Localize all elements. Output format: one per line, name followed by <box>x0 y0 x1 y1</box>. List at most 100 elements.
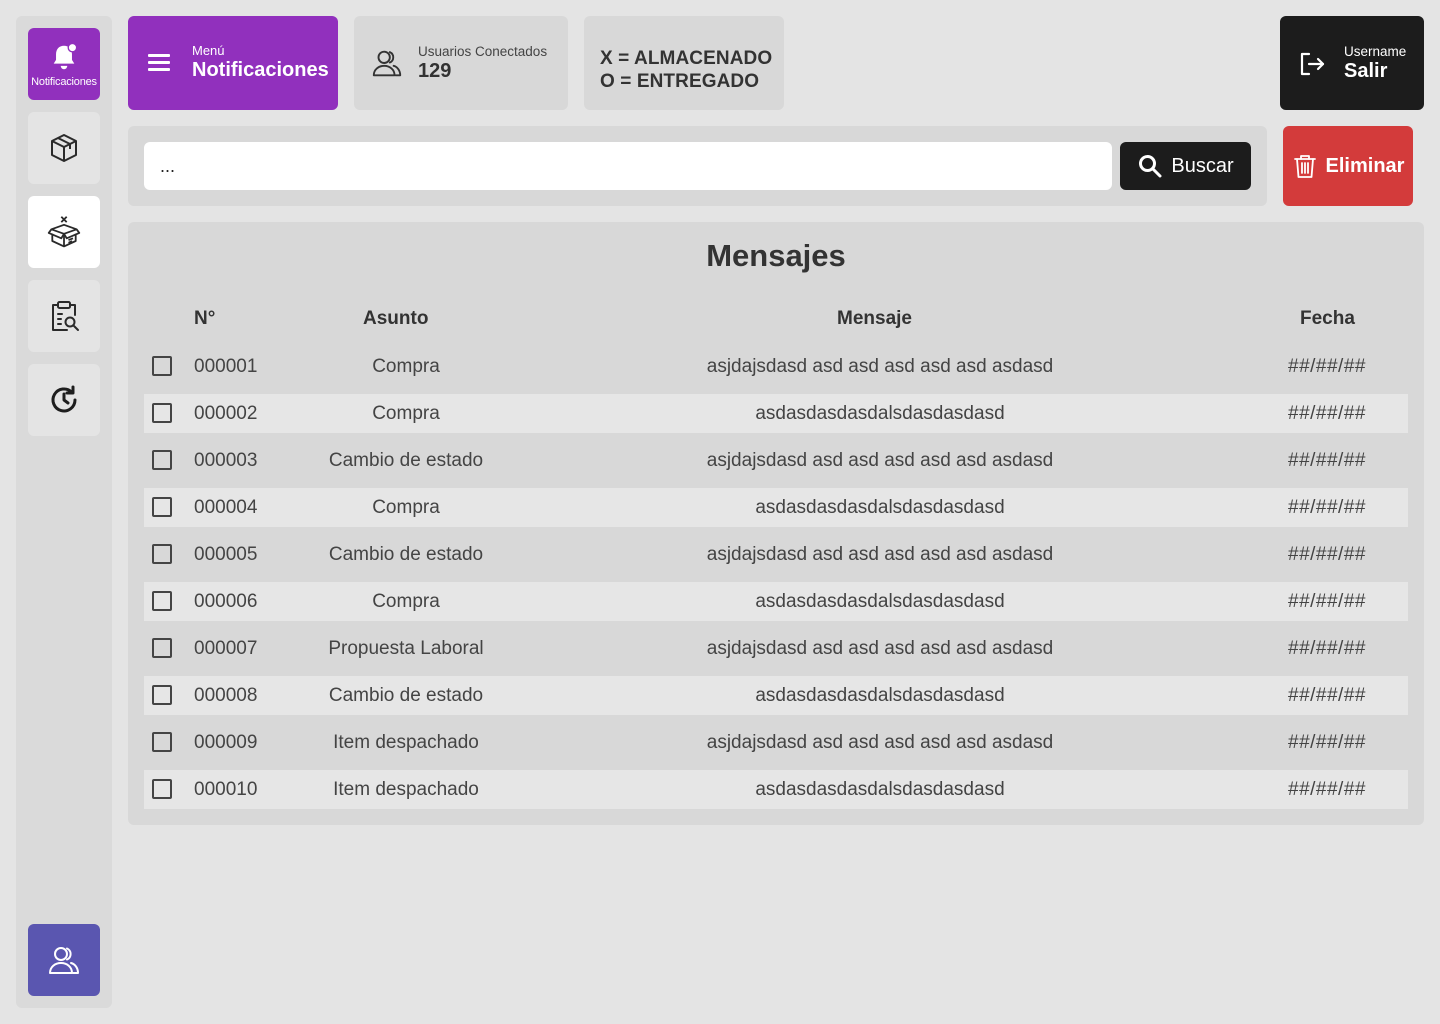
row-subject: Item despachado <box>333 779 479 800</box>
row-message: asdasdasdasdalsdasdasdasd <box>755 403 1005 424</box>
row-number: 000010 <box>194 779 258 800</box>
bell-icon <box>53 42 78 70</box>
legend-delivered: O = ENTREGADO <box>600 71 760 92</box>
row-subject: Cambio de estado <box>328 685 484 706</box>
logout-button[interactable]: Username Salir <box>1280 16 1424 110</box>
connected-users-label: Usuarios Conectados <box>418 44 548 59</box>
search-input[interactable] <box>144 142 1112 190</box>
sidebar-item-packages[interactable] <box>28 112 100 184</box>
row-number: 000001 <box>194 356 258 377</box>
column-header-subject: Asunto <box>363 308 429 329</box>
connected-users-card: Usuarios Conectados 129 <box>354 16 568 110</box>
row-date: ##/##/## <box>1288 638 1366 659</box>
table-row[interactable]: 000009 Item despachado asjdajsdasd asd a… <box>144 723 1408 762</box>
row-checkbox[interactable] <box>152 450 172 470</box>
package-icon <box>51 134 77 162</box>
sidebar-item-notifications[interactable]: Notificaciones <box>28 28 100 100</box>
column-header-number: N° <box>194 308 216 329</box>
row-message: asdasdasdasdalsdasdasdasd <box>755 779 1005 800</box>
legend-stored: X = ALMACENADO <box>600 48 773 69</box>
row-subject: Compra <box>372 497 440 518</box>
logout-icon <box>1300 52 1325 76</box>
row-message: asjdajsdasd asd asd asd asd asd asdasd <box>706 356 1054 377</box>
row-checkbox[interactable] <box>152 544 172 564</box>
row-checkbox[interactable] <box>152 497 172 517</box>
row-number: 000004 <box>194 497 258 518</box>
row-subject: Cambio de estado <box>328 544 484 565</box>
row-number: 000008 <box>194 685 258 706</box>
row-checkbox[interactable] <box>152 779 172 799</box>
row-subject: Item despachado <box>333 732 479 753</box>
page-title: Notificaciones <box>192 59 329 81</box>
row-number: 000003 <box>194 450 258 471</box>
row-subject: Compra <box>372 403 440 424</box>
row-message: asjdajsdasd asd asd asd asd asd asdasd <box>706 544 1054 565</box>
menu-label: Menú <box>192 43 225 58</box>
open-box-icon <box>47 216 81 248</box>
sidebar-item-users[interactable] <box>28 924 100 996</box>
table-row[interactable]: 000003 Cambio de estado asjdajsdasd asd … <box>144 441 1408 480</box>
sidebar-item-open-box[interactable] <box>28 196 100 268</box>
hamburger-icon <box>148 54 170 75</box>
row-checkbox[interactable] <box>152 638 172 658</box>
row-number: 000002 <box>194 403 258 424</box>
table-row[interactable]: 000008 Cambio de estado asdasdasdasdalsd… <box>144 676 1408 715</box>
row-subject: Cambio de estado <box>328 450 484 471</box>
row-message: asjdajsdasd asd asd asd asd asd asdasd <box>706 450 1054 471</box>
messages-title: Mensajes <box>706 238 846 273</box>
table-row[interactable]: 000007 Propuesta Laboral asjdajsdasd asd… <box>144 629 1408 668</box>
row-checkbox[interactable] <box>152 685 172 705</box>
search-button[interactable]: Buscar <box>1120 142 1251 190</box>
table-row[interactable]: 000001 Compra asjdajsdasd asd asd asd as… <box>144 347 1408 386</box>
table-row[interactable]: 000004 Compra asdasdasdasdalsdasdasdasd … <box>144 488 1408 527</box>
history-icon <box>51 385 77 413</box>
table-row[interactable]: 000006 Compra asdasdasdasdalsdasdasdasd … <box>144 582 1408 621</box>
username-label: Username <box>1344 44 1407 59</box>
search-bar: Buscar <box>128 126 1267 206</box>
connected-users-count: 129 <box>418 60 452 82</box>
row-message: asjdajsdasd asd asd asd asd asd asdasd <box>706 732 1054 753</box>
row-date: ##/##/## <box>1288 732 1366 753</box>
sidebar-item-label: Notificaciones <box>31 76 97 88</box>
row-checkbox[interactable] <box>152 356 172 376</box>
table-row[interactable]: 000010 Item despachado asdasdasdasdalsda… <box>144 770 1408 809</box>
table-row[interactable]: 000005 Cambio de estado asjdajsdasd asd … <box>144 535 1408 574</box>
row-date: ##/##/## <box>1288 356 1366 377</box>
row-date: ##/##/## <box>1288 779 1366 800</box>
row-message: asjdajsdasd asd asd asd asd asd asdasd <box>706 638 1054 659</box>
messages-panel: Mensajes N° Asunto Mensaje Fecha 000001 … <box>128 222 1424 825</box>
row-checkbox[interactable] <box>152 591 172 611</box>
row-number: 000009 <box>194 732 258 753</box>
row-checkbox[interactable] <box>152 732 172 752</box>
users-icon <box>372 50 402 77</box>
sidebar-item-reports[interactable] <box>28 280 100 352</box>
row-subject: Compra <box>372 356 440 377</box>
menu-button[interactable]: Menú Notificaciones <box>128 16 338 110</box>
row-message: asdasdasdasdalsdasdasdasd <box>755 685 1005 706</box>
row-date: ##/##/## <box>1288 403 1366 424</box>
row-message: asdasdasdasdalsdasdasdasd <box>755 497 1005 518</box>
search-icon <box>1139 155 1162 178</box>
column-header-date: Fecha <box>1300 308 1355 329</box>
logout-label: Salir <box>1344 60 1388 82</box>
sidebar: Notificaciones <box>16 16 112 1008</box>
row-subject: Compra <box>372 591 440 612</box>
delete-button[interactable]: Eliminar <box>1283 126 1413 206</box>
delete-button-label: Eliminar <box>1325 154 1405 177</box>
row-message: asdasdasdasdalsdasdasdasd <box>755 591 1005 612</box>
row-date: ##/##/## <box>1288 591 1366 612</box>
users-icon <box>49 947 79 974</box>
row-checkbox[interactable] <box>152 403 172 423</box>
row-number: 000007 <box>194 638 258 659</box>
row-date: ##/##/## <box>1288 450 1366 471</box>
row-date: ##/##/## <box>1288 497 1366 518</box>
row-date: ##/##/## <box>1288 685 1366 706</box>
row-subject: Propuesta Laboral <box>328 638 484 659</box>
status-legend: X = ALMACENADO O = ENTREGADO <box>584 16 784 110</box>
row-number: 000005 <box>194 544 258 565</box>
row-number: 000006 <box>194 591 258 612</box>
trash-icon <box>1293 155 1316 178</box>
clipboard-search-icon <box>52 301 79 331</box>
table-row[interactable]: 000002 Compra asdasdasdasdalsdasdasdasd … <box>144 394 1408 433</box>
sidebar-item-history[interactable] <box>28 364 100 436</box>
